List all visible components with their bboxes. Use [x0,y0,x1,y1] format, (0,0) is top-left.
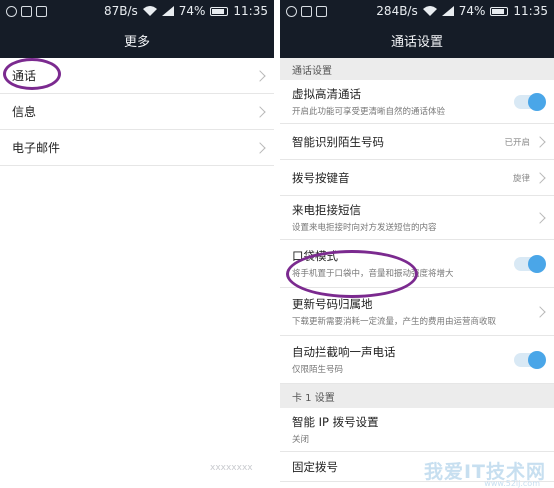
setting-dial-tone[interactable]: 拨号按键音 旋律 [280,160,554,196]
toggle-switch[interactable] [514,254,546,273]
setting-subtitle: 开启此功能可享受更清晰自然的通话体验 [292,107,446,117]
setting-smart-ip-dial[interactable]: 智能 IP 拨号设置 关闭 [280,408,554,452]
annotation-circle [3,58,61,90]
battery-icon [490,6,509,16]
setting-reject-sms[interactable]: 来电拒接短信 设置来电拒接时向对方发送短信的内容 [280,196,554,240]
status-bar: 284B/s 74% 11:35 [280,0,554,22]
setting-title: 虚拟高清通话 [292,87,361,101]
signal-icon [161,6,174,16]
left-screen: 87B/s 74% 11:35 更多 通话 信息 电子邮件 xxxxxxxx [0,0,274,488]
battery-icon [210,6,229,16]
battery-percent: 74% [458,4,486,18]
clock: 11:35 [513,4,548,18]
wifi-icon [422,6,437,16]
menu-item-label: 电子邮件 [12,141,61,155]
chevron-right-icon [254,105,266,118]
chevron-right-icon [254,141,266,154]
watermark-url: www.52ij.com [484,479,540,488]
toggle-switch[interactable] [514,92,546,111]
menu-item-messages[interactable]: 信息 [0,94,274,130]
image-icon [301,5,312,17]
setting-subtitle: 仅限陌生号码 [292,365,344,375]
setting-title: 来电拒接短信 [292,203,361,217]
sync-icon [286,5,297,17]
image-icon [21,5,32,17]
wifi-icon [142,6,157,16]
right-screen: 284B/s 74% 11:35 通话设置 通话设置 虚拟高清通话 开启此功能可… [280,0,554,488]
notification-icons [286,5,327,17]
watermark: xxxxxxxx [210,463,253,473]
menu-item-label: 信息 [12,105,37,119]
setting-subtitle: 下载更新需要消耗一定流量，产生的费用由运营商收取 [292,317,497,327]
annotation-circle [286,250,418,298]
setting-unknown-number-id[interactable]: 智能识别陌生号码 已开启 [280,124,554,160]
section-header: 通话设置 [280,58,554,80]
battery-percent: 74% [178,4,206,18]
setting-title: 自动拦截响一声电话 [292,345,396,359]
section-header: 卡 1 设置 [280,384,554,408]
setting-title: 拨号按键音 [292,170,350,185]
setting-value: 旋律 [512,173,530,184]
toggle-switch[interactable] [514,350,546,369]
setting-hd-calling[interactable]: 虚拟高清通话 开启此功能可享受更清晰自然的通话体验 [280,80,554,124]
page-title: 通话设置 [280,22,554,58]
sync-icon [6,5,17,17]
setting-subtitle: 设置来电拒接时向对方发送短信的内容 [292,223,437,233]
network-speed: 284B/s [376,4,418,18]
setting-block-one-ring[interactable]: 自动拦截响一声电话 仅限陌生号码 [280,336,554,384]
setting-subtitle: 关闭 [292,435,310,445]
chevron-right-icon [254,69,266,82]
network-speed: 87B/s [103,4,138,18]
clock: 11:35 [233,4,268,18]
image-icon [36,5,47,17]
signal-icon [441,6,454,16]
status-bar: 87B/s 74% 11:35 [0,0,274,22]
setting-value: 已开启 [504,137,530,148]
setting-title: 智能 IP 拨号设置 [292,415,379,429]
image-icon [316,5,327,17]
menu-item-email[interactable]: 电子邮件 [0,130,274,166]
page-title: 更多 [0,22,274,58]
setting-title: 更新号码归属地 [292,297,373,311]
notification-icons [6,5,47,17]
